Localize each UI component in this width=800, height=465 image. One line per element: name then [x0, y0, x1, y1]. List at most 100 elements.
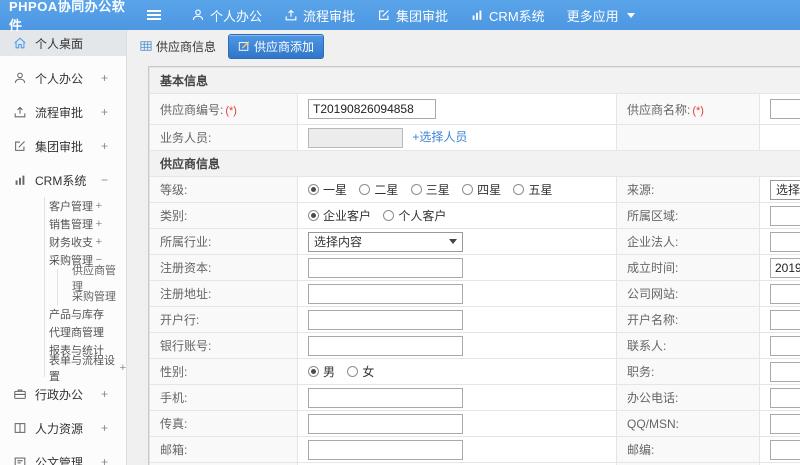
sidebar-item-document-mgmt[interactable]: 公文管理 +	[0, 450, 126, 465]
source-select[interactable]: 选择内容	[770, 179, 800, 200]
gender-cell: 男 女	[297, 358, 617, 385]
chart-icon	[12, 172, 28, 188]
radio-level-4star[interactable]: 四星	[462, 181, 501, 198]
region-label: 所属区域:	[616, 202, 760, 229]
registered-address-label: 注册地址:	[149, 280, 298, 307]
mobile-input[interactable]	[308, 387, 463, 408]
nav-group-approval[interactable]: 集团审批	[366, 0, 459, 30]
radio-level-3star[interactable]: 三星	[410, 181, 450, 198]
account-name-input[interactable]	[770, 309, 800, 330]
required-mark: (*)	[225, 104, 237, 117]
radio-icon	[410, 184, 422, 195]
position-input[interactable]	[770, 361, 800, 382]
sidebar-item-admin-office[interactable]: 行政办公 +	[0, 382, 126, 406]
established-date-input[interactable]	[770, 257, 800, 278]
email-input[interactable]	[308, 439, 463, 460]
level-label: 等级:	[149, 176, 298, 203]
radio-icon	[513, 184, 525, 195]
required-mark: (*)	[692, 104, 704, 117]
supplier-form: 基本信息 供应商编号:(*) 供应商名称:(*) 业务人员: +选择人员 供应商…	[149, 67, 800, 465]
radio-level-2star[interactable]: 二星	[359, 181, 398, 198]
radio-level-5star[interactable]: 五星	[513, 181, 552, 198]
sidebar-item-crm-system[interactable]: CRM系统 −	[0, 168, 126, 192]
region-cell	[759, 202, 800, 229]
dropdown-arrow-icon	[449, 239, 457, 244]
radio-level-1star[interactable]: 一星	[308, 181, 347, 198]
registered-address-input[interactable]	[308, 283, 463, 304]
company-website-input[interactable]	[770, 283, 800, 304]
sidebar-item-human-resources[interactable]: 人力资源 +	[0, 416, 126, 440]
category-cell: 企业客户 个人客户	[297, 202, 617, 229]
nav-personal-office[interactable]: 个人办公	[180, 0, 273, 30]
industry-label: 所属行业:	[149, 228, 298, 255]
gender-label: 性别:	[149, 358, 298, 385]
registered-capital-input[interactable]	[308, 257, 463, 278]
sidebar-item-group-approval[interactable]: 集团审批 +	[0, 134, 126, 158]
supplier-code-label: 供应商编号: (*)	[149, 93, 298, 125]
radio-gender-female[interactable]: 女	[347, 363, 374, 380]
bank-account-input[interactable]	[308, 335, 463, 356]
radio-icon	[462, 184, 474, 195]
radio-icon	[347, 366, 359, 377]
tab-supplier-add[interactable]: 供应商添加	[228, 33, 325, 59]
sidebar-item-products-inventory[interactable]: 产品与库存 +	[45, 305, 126, 323]
sidebar-item-supplier-mgmt[interactable]: 供应商管理	[57, 265, 126, 293]
edit-icon	[379, 10, 389, 20]
business-person-cell: +选择人员	[297, 124, 617, 151]
legal-person-label: 企业法人:	[616, 228, 760, 255]
sidebar-item-purchasing[interactable]: 采购管理	[57, 287, 126, 305]
radio-gender-male[interactable]: 男	[308, 363, 335, 380]
qq-msn-input[interactable]	[770, 413, 800, 434]
nav-more-apps[interactable]: 更多应用	[556, 0, 646, 30]
legal-person-input[interactable]	[770, 231, 800, 252]
registered-capital-label: 注册资本:	[149, 254, 298, 281]
company-website-label: 公司网站:	[616, 280, 760, 307]
email-label: 邮箱:	[149, 436, 298, 463]
radio-icon	[308, 184, 319, 195]
nav-crm-system[interactable]: CRM系统	[459, 0, 556, 30]
mobile-label: 手机:	[149, 384, 298, 411]
sidebar-item-workflow-approval[interactable]: 流程审批 +	[0, 100, 126, 124]
nav-workflow-approval[interactable]: 流程审批	[273, 0, 366, 30]
book-icon	[12, 420, 28, 436]
person-icon	[12, 70, 28, 86]
supplier-name-input[interactable]	[770, 99, 800, 119]
radio-category-individual[interactable]: 个人客户	[383, 207, 446, 224]
caret-down-icon	[626, 12, 635, 18]
account-name-label: 开户名称:	[616, 306, 760, 333]
table-icon	[140, 41, 152, 51]
bank-branch-input[interactable]	[308, 309, 463, 330]
contact-person-input[interactable]	[770, 335, 800, 356]
contact-person-label: 联系人:	[616, 332, 760, 359]
fax-input[interactable]	[308, 413, 463, 434]
supplier-code-input[interactable]	[308, 99, 436, 119]
radio-category-enterprise[interactable]: 企业客户	[308, 207, 371, 224]
position-label: 职务:	[616, 358, 760, 385]
established-date-label: 成立时间:	[616, 254, 760, 281]
tab-supplier-info[interactable]: 供应商信息	[134, 35, 222, 58]
radio-icon	[359, 184, 371, 195]
sidebar-item-agent-mgmt[interactable]: 代理商管理 +	[45, 323, 126, 341]
office-phone-input[interactable]	[770, 387, 800, 408]
sidebar-item-customer-mgmt[interactable]: 客户管理 +	[45, 197, 126, 215]
business-person-input[interactable]	[308, 127, 403, 148]
level-cell: 一星 二星 三星 四星 五星	[297, 176, 617, 203]
industry-select[interactable]: 选择内容	[308, 231, 463, 252]
sidebar-item-personal-office[interactable]: 个人办公 +	[0, 66, 126, 90]
sidebar-item-form-workflow-settings[interactable]: 表单与流程设置 +	[45, 355, 126, 383]
postcode-input[interactable]	[770, 439, 800, 460]
document-icon	[12, 454, 28, 465]
menu-toggle-button[interactable]	[144, 0, 164, 30]
region-input[interactable]	[770, 205, 800, 226]
radio-icon	[308, 366, 319, 377]
radio-icon	[383, 210, 395, 221]
sidebar-item-finance[interactable]: 财务收支 +	[45, 233, 126, 251]
bank-branch-label: 开户行:	[149, 306, 298, 333]
select-person-link[interactable]: +选择人员	[412, 130, 467, 144]
sidebar: 个人桌面 个人办公 + 流程审批 + 集团审批 + CRM系统 − 客户管理 +…	[0, 30, 127, 465]
hamburger-icon	[147, 10, 161, 20]
supplier-name-label: 供应商名称: (*)	[616, 93, 760, 125]
upload-icon	[285, 9, 297, 21]
source-label: 来源:	[616, 176, 760, 203]
sidebar-item-sales-mgmt[interactable]: 销售管理 +	[45, 215, 126, 233]
